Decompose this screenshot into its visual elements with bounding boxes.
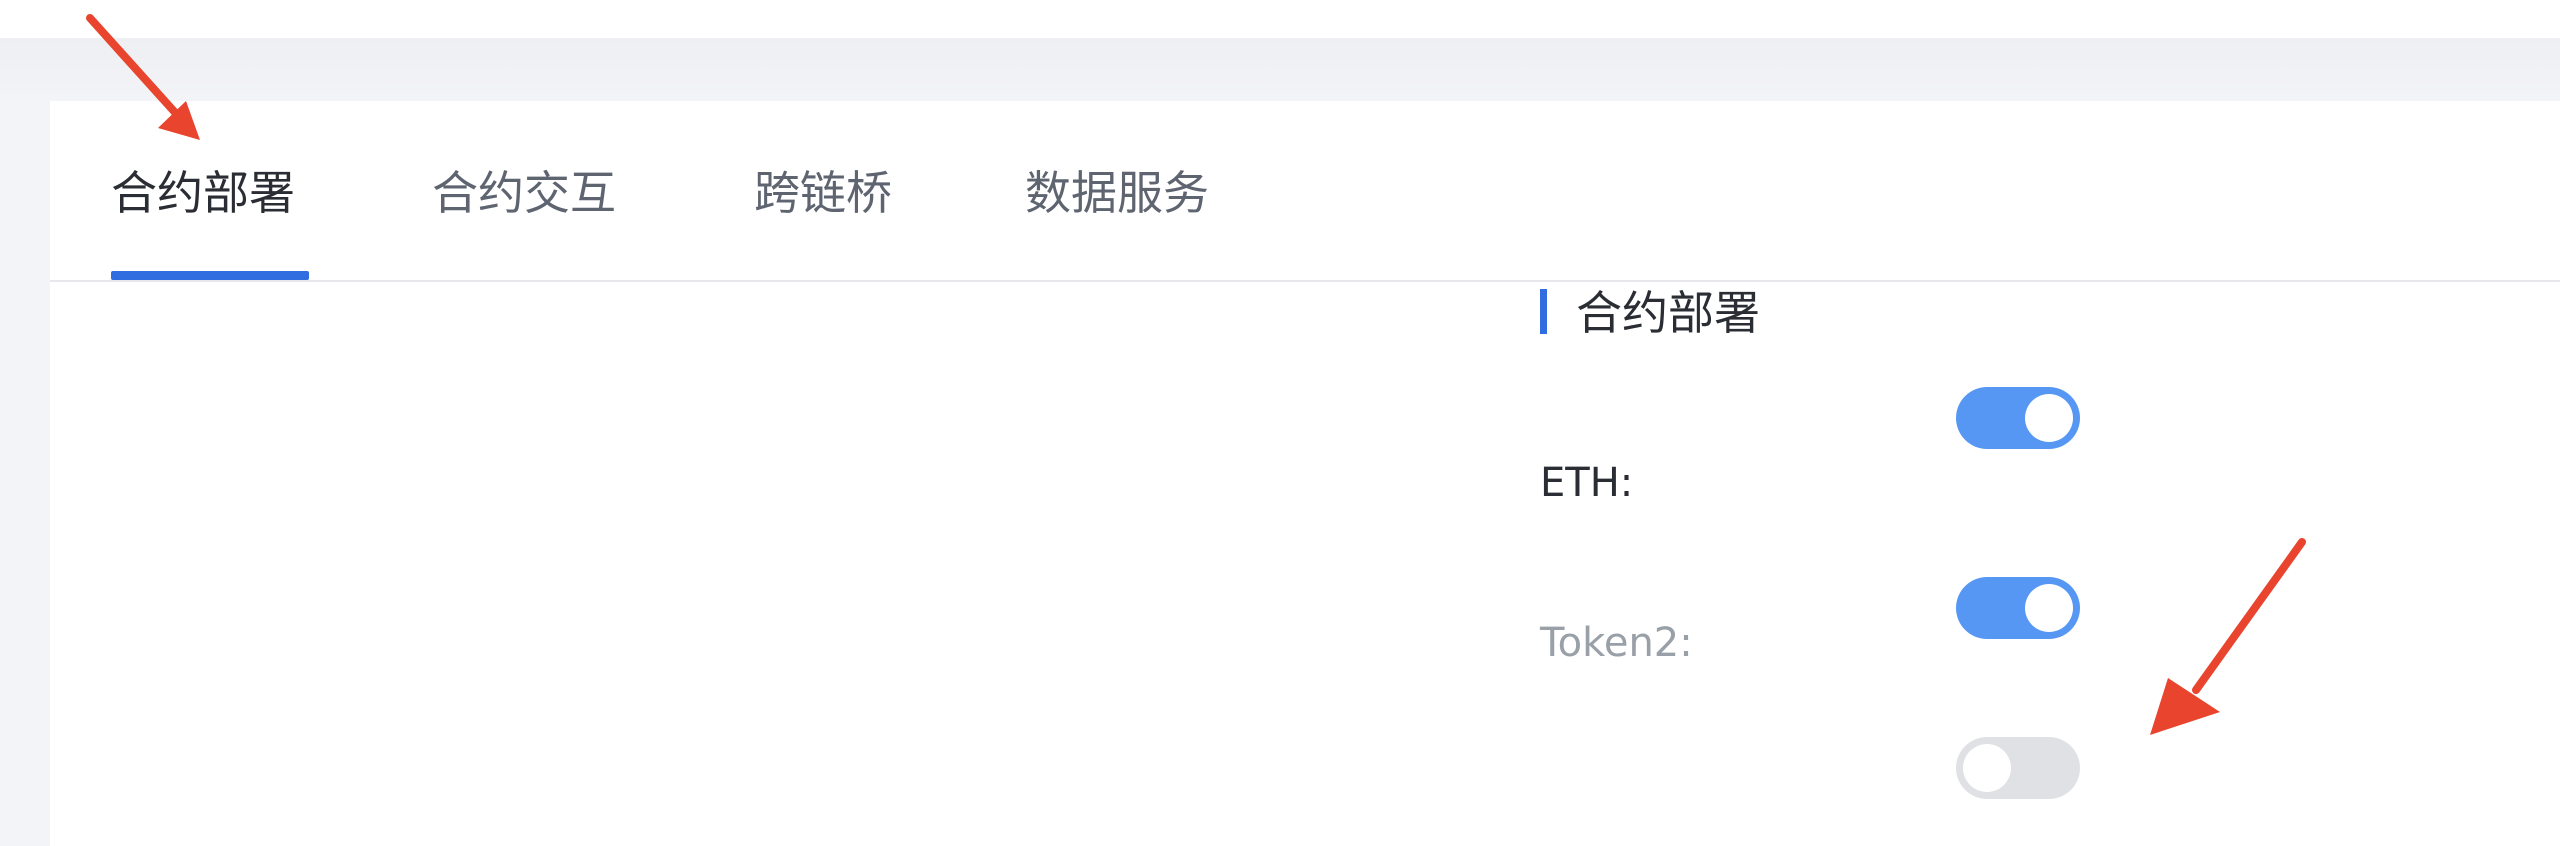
section-title: 合约部署 [1576, 286, 1760, 340]
switch-knob [1963, 744, 2011, 792]
section-accent-bar [1540, 289, 1547, 334]
section-toggle-switch[interactable] [1956, 387, 2080, 449]
eth-toggle-switch[interactable] [1956, 577, 2080, 639]
header-shadow [0, 38, 2560, 102]
token2-toggle-switch[interactable] [1956, 737, 2080, 799]
tab-contract-deploy[interactable]: 合约部署 [111, 159, 295, 227]
tab-bar: 合约部署 合约交互 跨链桥 数据服务 [50, 101, 2560, 282]
active-tab-indicator [111, 271, 309, 280]
top-bar [0, 0, 2560, 38]
token2-label: Token2: [1540, 620, 1693, 666]
tab-cross-chain-bridge[interactable]: 跨链桥 [754, 159, 892, 227]
switch-knob [2025, 394, 2073, 442]
tab-data-service[interactable]: 数据服务 [1025, 159, 1209, 227]
eth-label: ETH: [1540, 460, 1634, 506]
content-card: 合约部署 合约交互 跨链桥 数据服务 [50, 101, 2560, 846]
switch-knob [2025, 584, 2073, 632]
tab-contract-interact[interactable]: 合约交互 [432, 159, 616, 227]
